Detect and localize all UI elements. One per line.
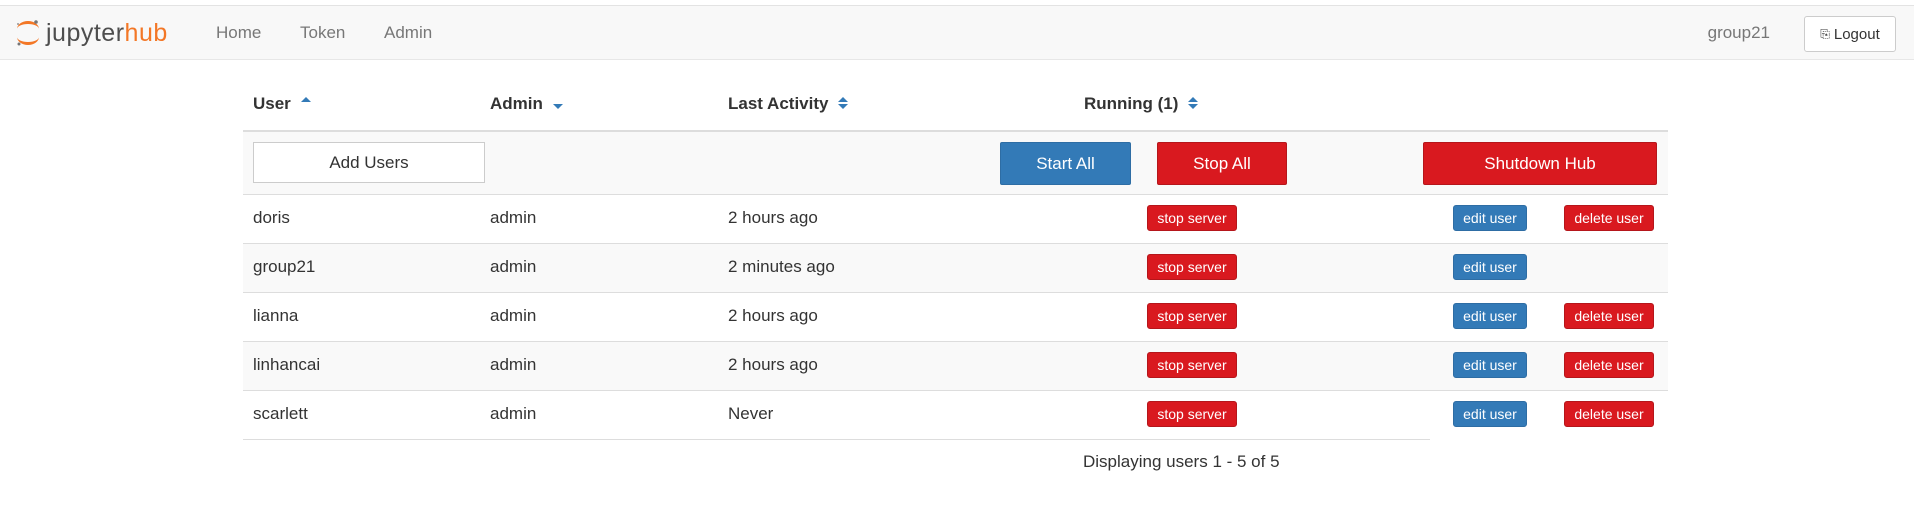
actions-row: Add Users Start All Stop All Shutdown Hu… xyxy=(243,132,1668,195)
sort-both-icon xyxy=(838,96,849,109)
current-user: group21 xyxy=(1707,23,1770,42)
shutdown-hub-button[interactable]: Shutdown Hub xyxy=(1423,142,1657,185)
logout-icon: ⎘ xyxy=(1820,26,1830,41)
brand-text: jupyterhub xyxy=(46,19,168,47)
sort-both-icon xyxy=(1188,96,1199,109)
user-admin: admin xyxy=(490,404,537,423)
sort-desc-icon xyxy=(552,104,563,110)
user-name: linhancai xyxy=(253,355,321,374)
user-name: lianna xyxy=(253,306,299,325)
stop-server-button[interactable]: stop server xyxy=(1147,254,1237,280)
pagination-info: Displaying users 1 - 5 of 5 xyxy=(1083,452,1280,471)
user-last-activity: 2 minutes ago xyxy=(728,257,835,276)
sort-admin-header[interactable]: Admin xyxy=(490,94,563,114)
edit-user-button[interactable]: edit user xyxy=(1453,205,1527,231)
sort-asc-icon xyxy=(300,97,311,103)
table-row: scarlett admin Never stop server edit us… xyxy=(243,391,1668,439)
table-row: lianna admin 2 hours ago stop server edi… xyxy=(243,293,1668,342)
sort-last-activity-header[interactable]: Last Activity xyxy=(728,94,849,114)
table-row: doris admin 2 hours ago stop server edit… xyxy=(243,195,1668,244)
user-name: scarlett xyxy=(253,404,308,423)
nav-home[interactable]: Home xyxy=(216,6,261,59)
edit-user-button[interactable]: edit user xyxy=(1453,254,1527,280)
user-last-activity: Never xyxy=(728,404,774,423)
user-name: group21 xyxy=(253,257,316,276)
user-last-activity: 2 hours ago xyxy=(728,355,818,374)
users-table: User Admin Last Activity Running (1) Add… xyxy=(243,80,1668,487)
table-footer: Displaying users 1 - 5 of 5 xyxy=(243,439,1668,487)
start-all-button[interactable]: Start All xyxy=(1000,142,1131,185)
table-row: group21 admin 2 minutes ago stop server … xyxy=(243,244,1668,293)
nav-admin[interactable]: Admin xyxy=(384,6,432,59)
delete-user-button[interactable]: delete user xyxy=(1564,303,1654,329)
user-last-activity: 2 hours ago xyxy=(728,306,818,325)
user-admin: admin xyxy=(490,208,537,227)
stop-all-button[interactable]: Stop All xyxy=(1157,142,1287,185)
delete-user-button[interactable]: delete user xyxy=(1564,401,1654,427)
jupyter-logo-icon xyxy=(17,20,39,46)
user-admin: admin xyxy=(490,306,537,325)
add-users-button[interactable]: Add Users xyxy=(253,142,485,183)
sort-running-header[interactable]: Running (1) xyxy=(1084,94,1199,114)
navbar: jupyterhub Home Token Admin group21 ⎘ Lo… xyxy=(0,6,1914,60)
user-name: doris xyxy=(253,208,290,227)
delete-user-button[interactable]: delete user xyxy=(1564,352,1654,378)
stop-server-button[interactable]: stop server xyxy=(1147,401,1237,427)
table-header: User Admin Last Activity Running (1) xyxy=(243,80,1668,132)
jupyterhub-logo[interactable]: jupyterhub xyxy=(14,18,168,48)
sort-user-header[interactable]: User xyxy=(253,94,311,114)
stop-server-button[interactable]: stop server xyxy=(1147,303,1237,329)
stop-server-button[interactable]: stop server xyxy=(1147,352,1237,378)
edit-user-button[interactable]: edit user xyxy=(1453,303,1527,329)
logout-label: Logout xyxy=(1833,25,1880,43)
edit-user-button[interactable]: edit user xyxy=(1453,352,1527,378)
delete-user-button[interactable]: delete user xyxy=(1564,205,1654,231)
table-row: linhancai admin 2 hours ago stop server … xyxy=(243,342,1668,391)
nav-token[interactable]: Token xyxy=(300,6,345,59)
user-admin: admin xyxy=(490,257,537,276)
user-admin: admin xyxy=(490,355,537,374)
logout-button[interactable]: ⎘ Logout xyxy=(1804,16,1896,52)
stop-server-button[interactable]: stop server xyxy=(1147,205,1237,231)
edit-user-button[interactable]: edit user xyxy=(1453,401,1527,427)
footer-divider xyxy=(243,439,1430,440)
user-last-activity: 2 hours ago xyxy=(728,208,818,227)
